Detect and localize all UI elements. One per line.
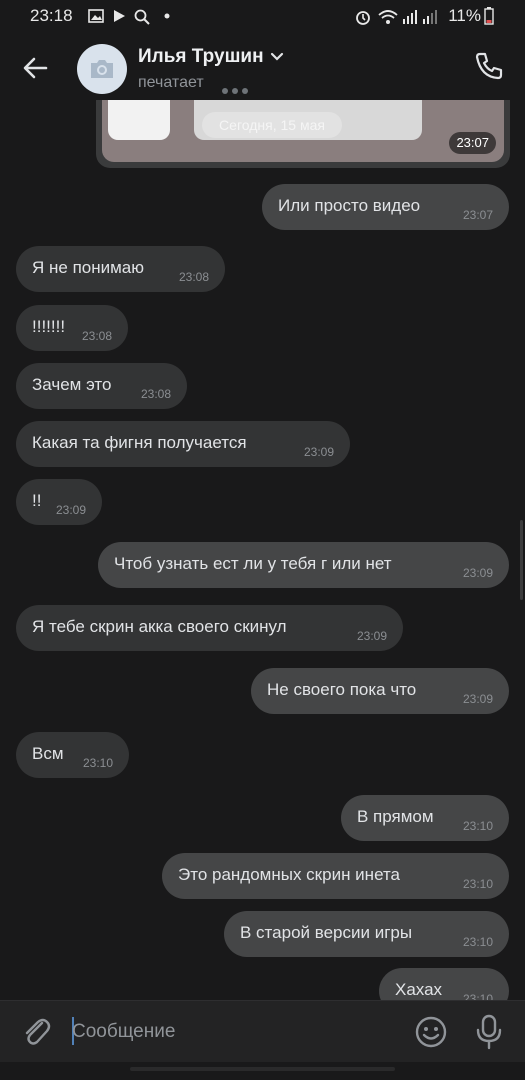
message-time: 23:09 xyxy=(303,445,334,459)
arrow-left-icon[interactable] xyxy=(18,50,54,86)
camera-icon xyxy=(91,60,113,78)
status-bar: 23:18 11% xyxy=(0,0,525,34)
message-text: !! xyxy=(32,491,42,510)
media-time: 23:07 xyxy=(449,132,496,154)
message-bubble[interactable]: В старой версии игры 23:10 xyxy=(224,911,509,957)
message-bubble[interactable]: Я тебе скрин акка своего скинул 23:09 xyxy=(16,605,403,651)
battery-percent: 11% xyxy=(448,6,481,25)
microphone-icon[interactable] xyxy=(474,1013,504,1051)
message-text: Всм xyxy=(32,744,64,763)
message-text: В старой версии игры xyxy=(240,923,413,942)
status-time: 23:18 xyxy=(30,6,73,25)
message-time: 23:07 xyxy=(462,208,493,222)
message-time: 23:08 xyxy=(81,329,112,343)
message-text: Я не понимаю xyxy=(32,258,145,277)
message-text: !!!!!!! xyxy=(32,317,66,336)
phone-icon[interactable] xyxy=(471,48,507,84)
gallery-icon xyxy=(88,9,104,23)
message-time: 23:08 xyxy=(178,270,209,284)
message-composer xyxy=(0,1000,525,1062)
message-text: Зачем это xyxy=(32,375,112,394)
message-input[interactable] xyxy=(72,1015,392,1049)
chevron-down-icon[interactable] xyxy=(270,52,284,62)
battery-icon xyxy=(484,7,494,25)
message-time: 23:08 xyxy=(140,387,171,401)
message-time: 23:10 xyxy=(462,877,493,891)
typing-status: печатает xyxy=(138,74,204,91)
message-bubble[interactable]: Не своего пока что 23:09 xyxy=(251,668,509,714)
message-time: 23:09 xyxy=(462,566,493,580)
signal-icon xyxy=(403,10,417,24)
signal-icon-2 xyxy=(423,10,437,24)
media-date-label: Сегодня, 15 мая xyxy=(202,112,342,138)
message-bubble[interactable]: Какая та фигня получается 23:09 xyxy=(16,421,350,467)
typing-dots-icon xyxy=(222,81,252,99)
wifi-icon xyxy=(378,10,398,24)
message-text: Хахах xyxy=(395,980,443,999)
message-text: Какая та фигня получается xyxy=(32,433,247,452)
message-time: 23:10 xyxy=(462,935,493,949)
avatar[interactable] xyxy=(77,44,127,94)
message-time: 23:09 xyxy=(356,629,387,643)
message-text: В прямом xyxy=(357,807,434,826)
message-bubble[interactable]: В прямом 23:10 xyxy=(341,795,509,841)
message-time: 23:09 xyxy=(462,692,493,706)
message-text: Чтоб узнать ест ли у тебя г или нет xyxy=(114,554,392,573)
notification-dot-icon xyxy=(164,13,170,19)
message-bubble[interactable]: Это рандомных скрин инета 23:10 xyxy=(162,853,509,899)
smile-icon[interactable] xyxy=(414,1015,448,1049)
message-text: Или просто видео xyxy=(278,196,421,215)
message-bubble[interactable]: Зачем это 23:08 xyxy=(16,363,187,409)
play-icon xyxy=(114,10,125,22)
message-bubble[interactable]: Или просто видео 23:07 xyxy=(262,184,509,230)
message-time: 23:10 xyxy=(462,819,493,833)
paperclip-icon[interactable] xyxy=(20,1015,52,1049)
message-text: Это рандомных скрин инета xyxy=(178,865,401,884)
message-bubble[interactable]: Всм 23:10 xyxy=(16,732,129,778)
message-bubble[interactable]: !!!!!!! 23:08 xyxy=(16,305,128,351)
search-icon xyxy=(134,9,150,25)
message-text: Я тебе скрин акка своего скинул xyxy=(32,617,287,636)
message-text: Не своего пока что xyxy=(267,680,417,699)
nav-handle[interactable] xyxy=(130,1067,395,1071)
contact-name[interactable]: Илья Трушин xyxy=(138,46,264,68)
system-nav-bar xyxy=(0,1062,525,1080)
message-bubble[interactable]: Я не понимаю 23:08 xyxy=(16,246,225,292)
message-time: 23:10 xyxy=(82,756,113,770)
chat-header: Илья Трушин печатает xyxy=(0,34,525,100)
alarm-icon xyxy=(356,11,370,25)
message-time: 23:09 xyxy=(55,503,86,517)
message-bubble[interactable]: Чтоб узнать ест ли у тебя г или нет 23:0… xyxy=(98,542,509,588)
scrollbar[interactable] xyxy=(520,520,523,600)
message-bubble[interactable]: !! 23:09 xyxy=(16,479,102,525)
